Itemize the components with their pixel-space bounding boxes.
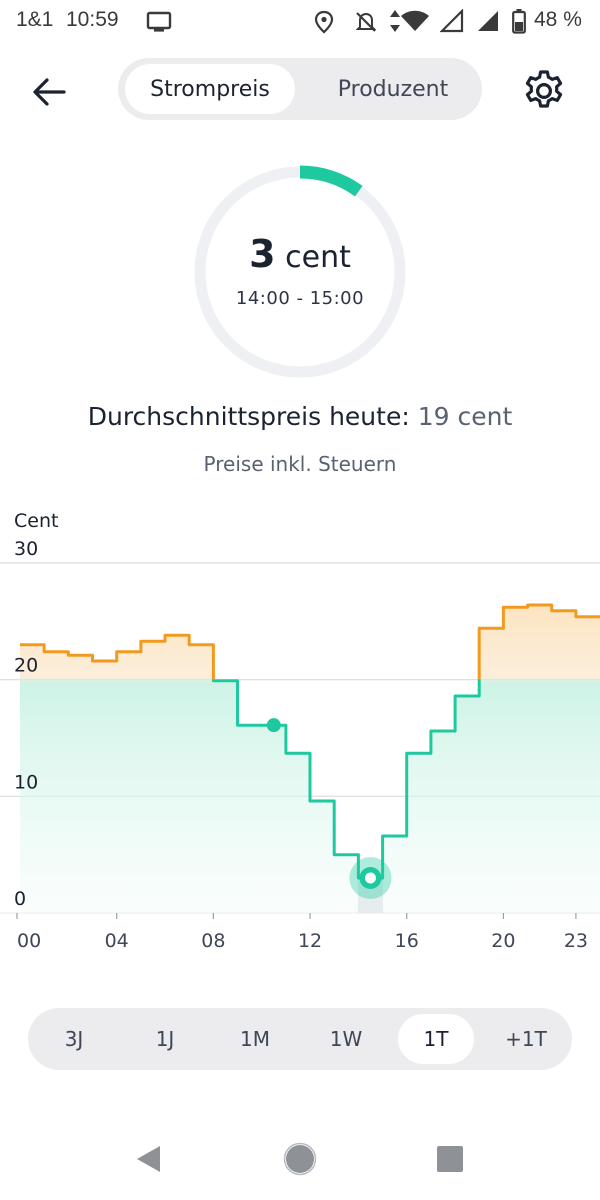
price-chart[interactable]: 0 10 20 30 00 04 08 12 16 20 23: [0, 530, 600, 960]
gauge-level: [299, 165, 363, 197]
battery-icon: [512, 9, 526, 34]
view-switch: Strompreis Produzent: [118, 58, 482, 120]
range-3j[interactable]: 3J: [36, 1014, 112, 1064]
range-1w[interactable]: 1W: [308, 1014, 384, 1064]
system-nav-bar: [0, 1120, 600, 1200]
screen-cast-icon: [146, 11, 172, 32]
range-plus-1t[interactable]: +1T: [488, 1014, 564, 1064]
range-1m[interactable]: 1M: [217, 1014, 293, 1064]
back-arrow-icon[interactable]: [30, 72, 70, 112]
average-price-label: Durchschnittspreis heute:: [87, 402, 410, 431]
average-price-value: 19 cent: [417, 402, 513, 431]
x-axis: 00 04 08 12 16 20 23: [16, 913, 588, 952]
time-range-selector: 3J 1J 1M 1W 1T +1T: [28, 1008, 572, 1070]
x-tick-label: 23: [564, 930, 588, 952]
signal-icon: [478, 11, 498, 31]
range-1j[interactable]: 1J: [127, 1014, 203, 1064]
y-tick-label: 30: [14, 538, 38, 560]
tax-note: Preise inkl. Steuern: [203, 452, 397, 476]
x-tick-label: 08: [201, 930, 225, 952]
average-price: Durchschnittspreis heute: 19 cent: [0, 402, 600, 431]
current-price-number: 3: [249, 232, 276, 276]
tab-strompreis[interactable]: Strompreis: [125, 64, 295, 114]
y-tick-label: 20: [14, 655, 38, 677]
clock: 10:59: [66, 8, 119, 31]
x-tick-label: 12: [298, 930, 322, 952]
range-1t[interactable]: 1T: [398, 1014, 474, 1064]
current-time-range: 14:00 - 15:00: [235, 288, 365, 309]
carrier-label: 1&1: [16, 8, 54, 31]
x-tick-label: 00: [17, 930, 41, 952]
top-bar: Strompreis Produzent: [0, 55, 600, 125]
nav-back-icon[interactable]: [134, 1144, 164, 1174]
y-tick-label: 0: [14, 888, 26, 910]
current-price-unit: cent: [285, 240, 351, 275]
nav-home-icon[interactable]: [283, 1142, 317, 1176]
selected-hour-center: [364, 872, 376, 884]
x-tick-label: 16: [395, 930, 419, 952]
status-bar: 1&1 10:59 48 %: [0, 0, 600, 44]
x-tick-label: 04: [105, 930, 129, 952]
signal-icon: [440, 9, 464, 33]
gear-icon[interactable]: [520, 67, 568, 115]
nav-recents-icon[interactable]: [436, 1145, 464, 1173]
wifi-icon: [401, 10, 429, 31]
tab-produzent[interactable]: Produzent: [308, 64, 478, 114]
current-price: 3 cent: [190, 232, 410, 276]
y-axis-label: Cent: [14, 510, 59, 532]
battery-percent: 48 %: [534, 8, 582, 31]
notifications-off-icon: [355, 12, 377, 32]
y-tick-label: 10: [14, 771, 38, 793]
x-tick-label: 20: [491, 930, 515, 952]
current-hour-marker: [266, 718, 281, 733]
location-icon: [314, 10, 334, 34]
